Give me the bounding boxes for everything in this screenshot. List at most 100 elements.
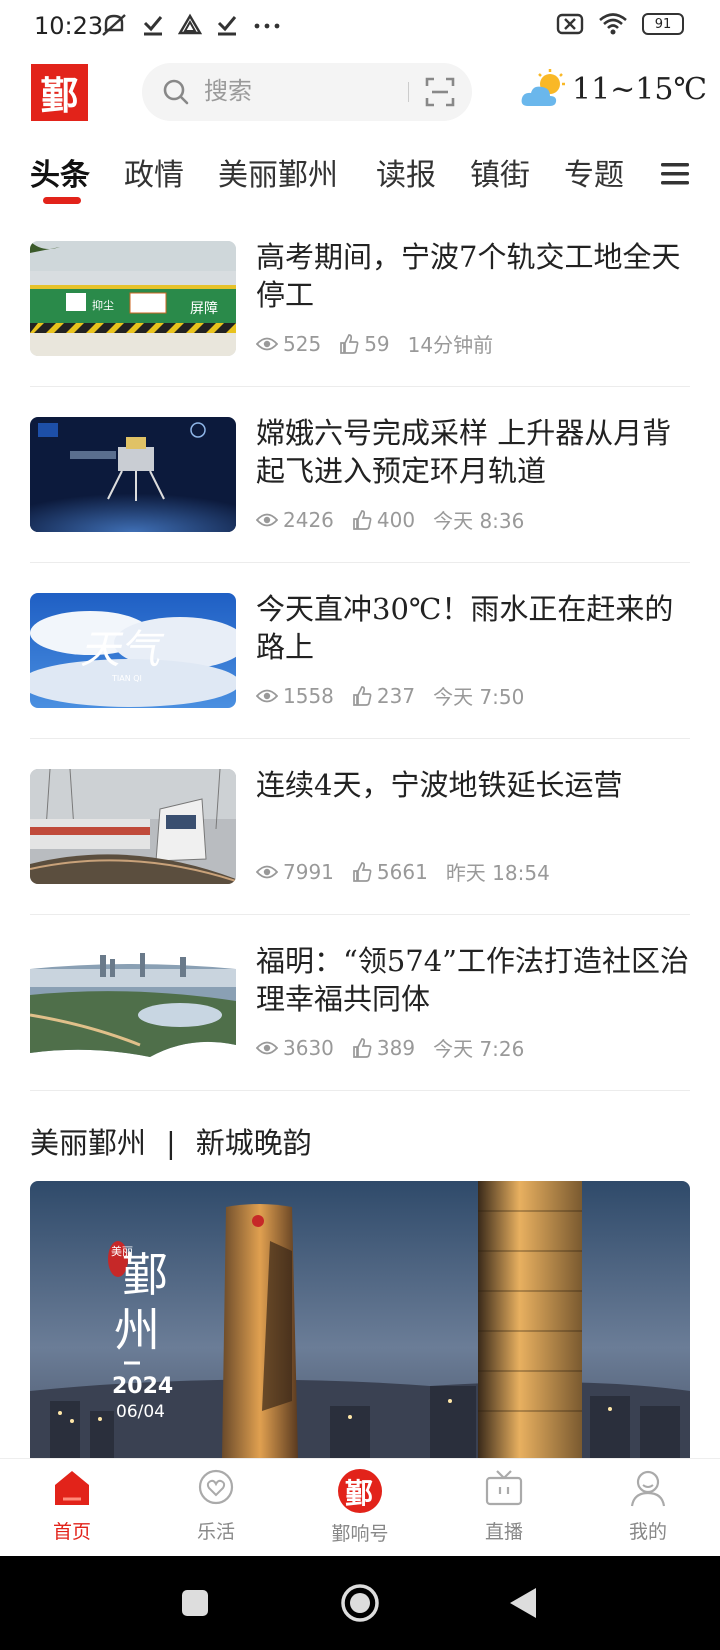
tab-headlines[interactable]: 头条 xyxy=(30,150,90,194)
logo-icon: 鄞 xyxy=(338,1469,382,1513)
tab-politics[interactable]: 政情 xyxy=(124,150,184,194)
thumb-label-barrier: 屏障 xyxy=(190,301,218,317)
nav-profile-label: 我的 xyxy=(628,1521,667,1543)
view-count: 2426 xyxy=(283,507,334,532)
thumbs-up-icon xyxy=(353,685,372,706)
nav-yinxiang-label: 鄞响号 xyxy=(331,1523,389,1545)
no-sim-icon xyxy=(556,13,584,35)
thumb-weather-sub: TIAN QI xyxy=(111,674,142,683)
news-item[interactable]: 福明：“领574”工作法打造社区治理幸福共同体 3630 389 今天 7:26 xyxy=(30,944,690,1121)
nav-yinxiang[interactable]: 鄞 鄞响号 xyxy=(310,1469,410,1546)
status-system-icons: 91 xyxy=(556,12,684,36)
app-header: 鄞 11~15℃ xyxy=(0,62,720,126)
wifi-icon xyxy=(599,13,627,35)
publish-time: 昨天 18:54 xyxy=(445,861,550,885)
status-notification-icons xyxy=(100,12,282,38)
eye-icon xyxy=(256,865,278,878)
news-meta: 3630 389 今天 7:26 xyxy=(256,1033,542,1062)
section-subtitle: 新城晚韵 xyxy=(195,1126,312,1160)
search-bar[interactable] xyxy=(142,63,472,121)
back-button[interactable] xyxy=(508,1586,538,1620)
search-separator xyxy=(408,82,409,102)
weather-temp: 11~15℃ xyxy=(572,71,708,107)
view-count: 7991 xyxy=(283,859,334,884)
tab-newspaper[interactable]: 读报 xyxy=(376,150,436,194)
nav-live-label: 直播 xyxy=(484,1521,523,1543)
nav-home-label: 首页 xyxy=(52,1521,91,1543)
news-title: 福明：“领574”工作法打造社区治理幸福共同体 xyxy=(256,944,690,1016)
news-title: 今天直冲30℃！雨水正在赶来的路上 xyxy=(256,592,674,664)
eye-icon xyxy=(256,689,278,702)
publish-time: 14分钟前 xyxy=(407,333,494,357)
like-count: 237 xyxy=(376,683,416,708)
home-button[interactable] xyxy=(340,1583,380,1623)
divider xyxy=(30,738,690,739)
partly-cloudy-icon xyxy=(521,69,565,106)
thumb-label-dust: 抑尘 xyxy=(92,298,114,312)
battery-indicator: 91 xyxy=(642,13,684,35)
like-count: 389 xyxy=(376,1035,416,1060)
drive-icon xyxy=(178,13,202,35)
news-meta: 2426 400 今天 8:36 xyxy=(256,505,542,534)
status-bar: 10:23 91 xyxy=(0,0,720,54)
weather-widget[interactable]: 11~15℃ xyxy=(520,68,707,110)
news-thumbnail xyxy=(30,417,236,532)
nav-leisure-label: 乐活 xyxy=(196,1521,235,1543)
news-meta: 525 59 14分钟前 xyxy=(256,329,511,358)
news-item[interactable]: 抑尘 屏障 高考期间，宁波7个轨交工地全天停工 525 59 14分钟前 xyxy=(30,240,690,417)
thumbs-up-icon xyxy=(353,509,372,530)
news-item[interactable]: 连续4天，宁波地铁延长运营 7991 5661 昨天 18:54 xyxy=(30,768,690,945)
news-thumbnail: 天气 TIAN QI xyxy=(30,593,236,708)
news-meta: 1558 237 今天 7:50 xyxy=(256,681,542,710)
thumbs-up-icon xyxy=(353,1037,372,1058)
eye-icon xyxy=(256,337,278,350)
view-count: 525 xyxy=(283,331,322,356)
channel-tabs: 头条 政情 美丽鄞州 读报 镇街 专题 xyxy=(0,140,720,210)
thumbs-up-icon xyxy=(340,333,359,354)
search-input[interactable] xyxy=(202,76,426,106)
feature-date: 06/04 xyxy=(116,1402,165,1422)
feature-title-1: 鄞 xyxy=(122,1248,168,1302)
scan-icon[interactable] xyxy=(425,77,455,107)
tab-beautiful-yinzhou[interactable]: 美丽鄞州 xyxy=(218,150,338,194)
news-thumbnail xyxy=(30,945,236,1060)
news-item[interactable]: 天气 TIAN QI 今天直冲30℃！雨水正在赶来的路上 1558 237 今天… xyxy=(30,592,690,769)
news-meta: 7991 5661 昨天 18:54 xyxy=(256,857,568,886)
nav-leisure[interactable]: 乐活 xyxy=(166,1469,266,1544)
publish-time: 今天 7:50 xyxy=(433,685,525,709)
like-count: 59 xyxy=(364,331,390,356)
news-thumbnail: 抑尘 屏障 xyxy=(30,241,236,356)
divider xyxy=(30,386,690,387)
section-separator: | xyxy=(166,1126,176,1160)
heart-chat-icon xyxy=(198,1469,234,1505)
tab-towns[interactable]: 镇街 xyxy=(470,150,530,194)
app-logo[interactable]: 鄞 xyxy=(31,64,88,121)
download-done-icon xyxy=(143,16,163,36)
divider xyxy=(30,914,690,915)
feature-banner[interactable]: 美丽 鄞 州 2024 06/04 xyxy=(30,1181,690,1459)
divider xyxy=(30,1090,690,1091)
view-count: 1558 xyxy=(283,683,334,708)
nav-home[interactable]: 首页 xyxy=(22,1469,122,1544)
more-dots-icon xyxy=(254,23,280,29)
bottom-nav: 首页 乐活 鄞 鄞响号 直播 我的 xyxy=(0,1458,720,1557)
section-header[interactable]: 美丽鄞州 | 新城晚韵 xyxy=(30,1120,312,1162)
status-time: 10:23 xyxy=(34,12,104,40)
nav-logo-char: 鄞 xyxy=(345,1477,373,1510)
like-count: 5661 xyxy=(376,859,428,884)
news-title: 嫦娥六号完成采样 上升器从月背起飞进入预定环月轨道 xyxy=(256,416,672,488)
recents-button[interactable] xyxy=(180,1588,210,1618)
mute-icon xyxy=(102,14,126,36)
news-item[interactable]: 嫦娥六号完成采样 上升器从月背起飞进入预定环月轨道 2426 400 今天 8:… xyxy=(30,416,690,593)
eye-icon xyxy=(256,1041,278,1054)
eye-icon xyxy=(256,513,278,526)
menu-icon[interactable] xyxy=(660,160,690,188)
nav-profile[interactable]: 我的 xyxy=(598,1469,698,1544)
tv-icon xyxy=(485,1470,523,1506)
nav-live[interactable]: 直播 xyxy=(454,1469,554,1544)
publish-time: 今天 7:26 xyxy=(433,1037,525,1061)
tab-topics[interactable]: 专题 xyxy=(564,150,624,194)
search-icon xyxy=(163,79,189,105)
news-title: 连续4天，宁波地铁延长运营 xyxy=(256,768,623,802)
home-icon xyxy=(55,1471,89,1505)
